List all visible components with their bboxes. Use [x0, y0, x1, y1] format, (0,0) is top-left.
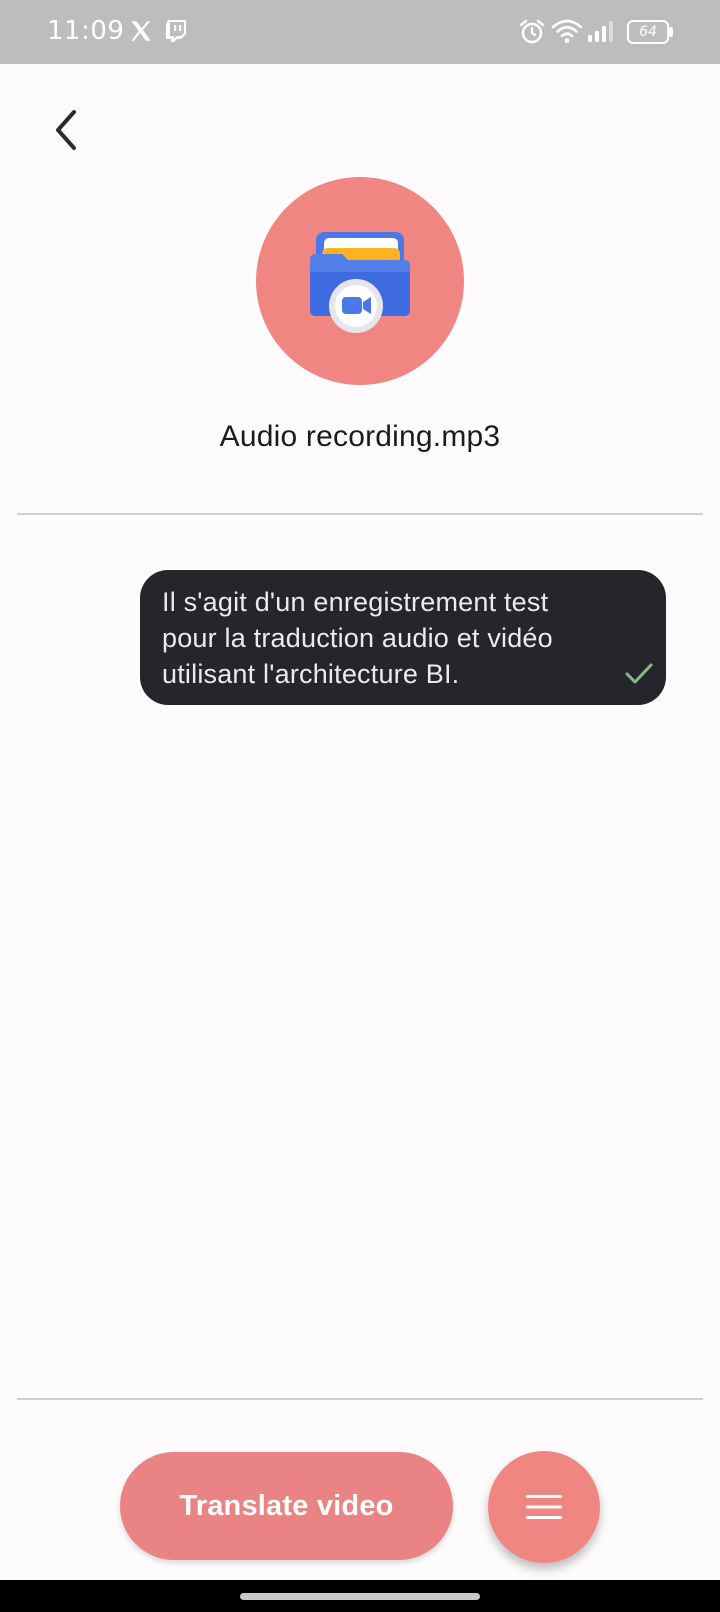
x-icon: [131, 21, 151, 41]
video-folder-icon: [310, 232, 410, 333]
home-indicator[interactable]: [240, 1593, 480, 1600]
back-button[interactable]: [40, 100, 90, 160]
message-text: Il s'agit d'un enregistrement test pour …: [162, 587, 553, 689]
status-time: 11:09: [47, 16, 125, 46]
translation-screen: 11:09 64 Audio recording.mp3 Il s'agit d…: [0, 0, 720, 1612]
translate-video-button[interactable]: Translate video: [120, 1452, 453, 1560]
translation-message-bubble[interactable]: Il s'agit d'un enregistrement test pour …: [140, 570, 666, 705]
menu-button[interactable]: [488, 1451, 600, 1563]
twitch-icon: [166, 20, 186, 42]
signal-icon: [588, 21, 613, 42]
wifi-icon: [551, 19, 583, 43]
file-name: Audio recording.mp3: [219, 420, 501, 453]
check-icon: [625, 663, 653, 684]
battery-level: 64: [627, 20, 669, 44]
status-bar: 11:09 64: [0, 0, 720, 64]
divider: [17, 513, 703, 515]
chevron-left-icon: [56, 110, 76, 150]
alarm-icon: [519, 19, 545, 44]
hamburger-menu-icon: [526, 1495, 562, 1519]
divider: [17, 1398, 703, 1400]
battery-icon: 64: [627, 20, 673, 44]
